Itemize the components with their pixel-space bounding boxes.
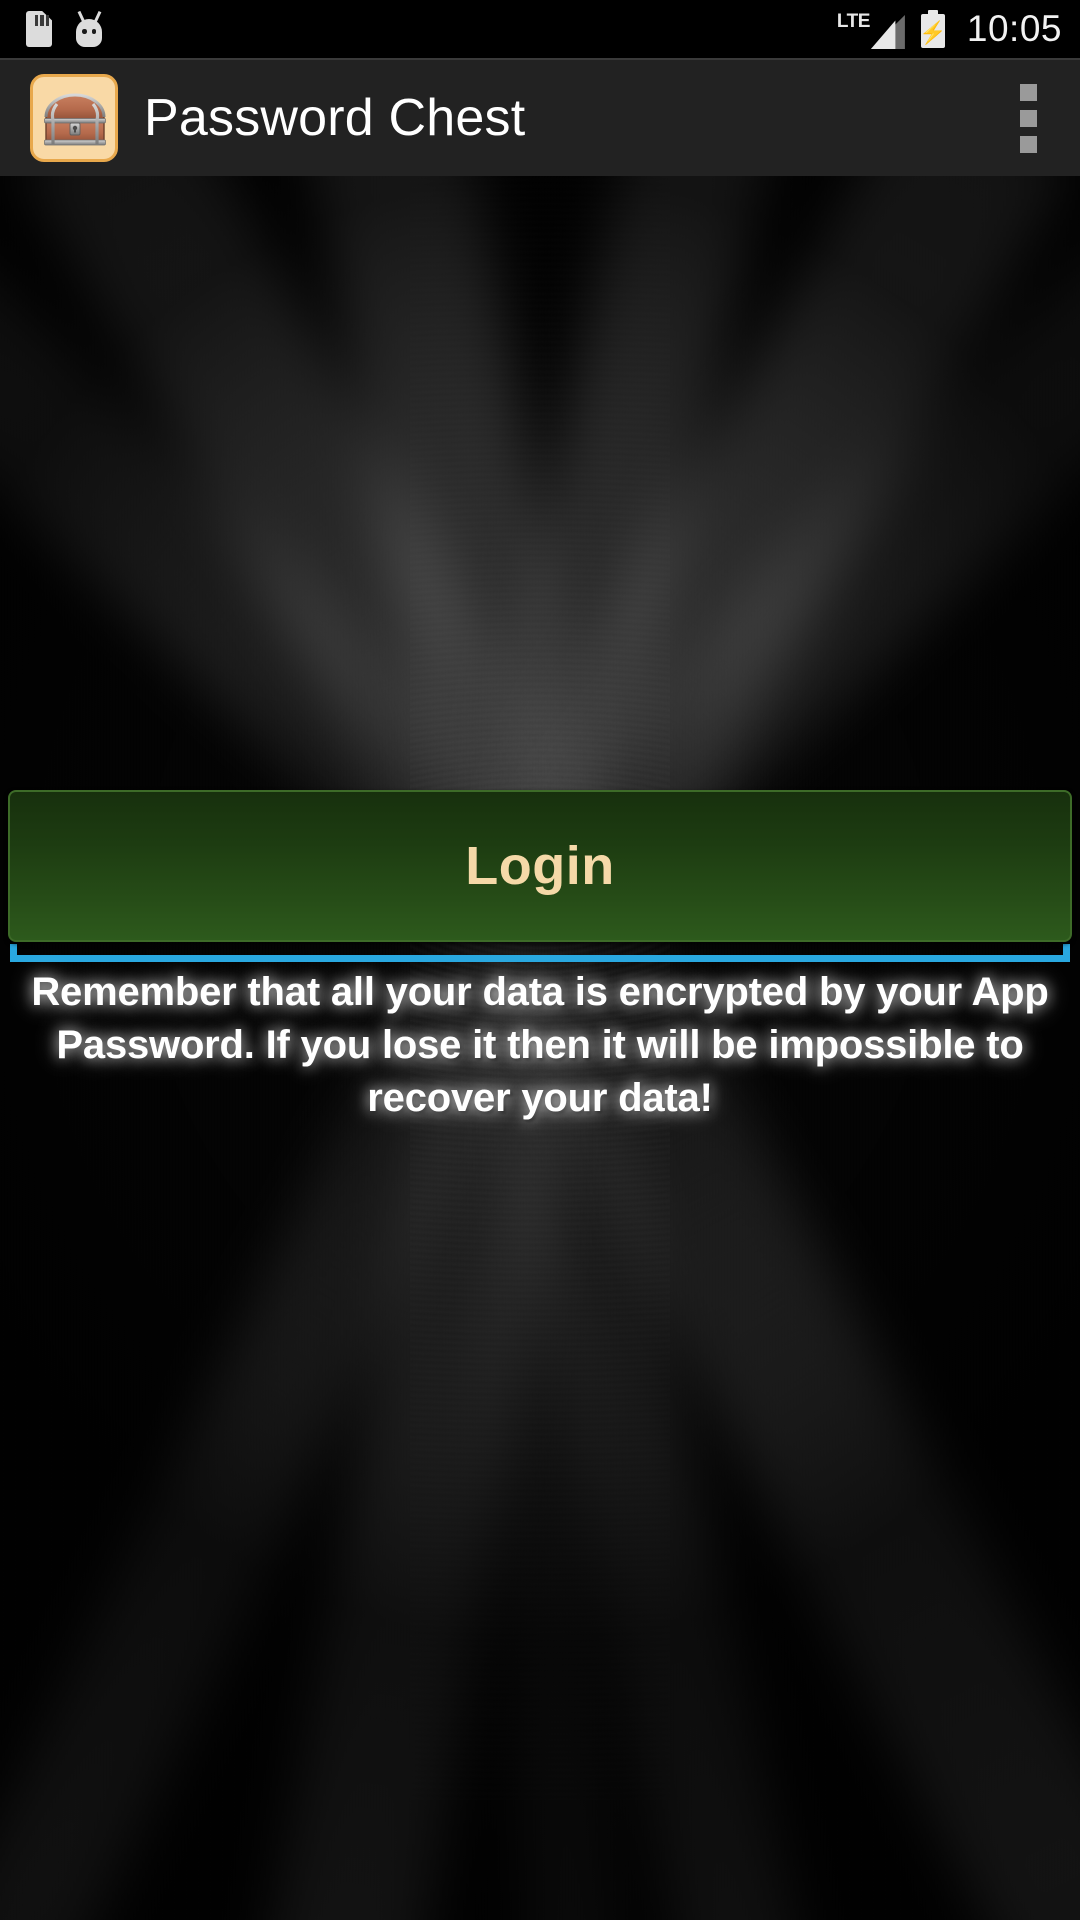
app-screen: LTE ⚡ 10:05 Password Chest Login Remembe… <box>0 0 1080 1920</box>
battery-charging-icon: ⚡ <box>919 10 947 48</box>
signal-bars-icon <box>870 15 905 49</box>
sd-card-icon <box>26 11 52 47</box>
login-button-label: Login <box>465 836 615 896</box>
status-bar-right-icons: LTE ⚡ 10:05 <box>837 8 1062 50</box>
status-bar: LTE ⚡ 10:05 <box>0 0 1080 58</box>
input-focus-underline <box>10 944 1070 962</box>
lte-signal-icon: LTE <box>837 9 905 49</box>
android-droid-icon <box>74 11 104 47</box>
overflow-menu-icon[interactable] <box>998 75 1058 161</box>
network-type-label: LTE <box>836 11 870 32</box>
warning-message: Remember that all your data is encrypted… <box>31 970 1049 1120</box>
status-bar-clock: 10:05 <box>966 8 1062 49</box>
login-form: Master Password: Login Remember that all… <box>0 176 1080 1920</box>
page-title: Password Chest <box>144 89 526 147</box>
status-bar-left-icons <box>26 11 104 47</box>
app-bar: Password Chest <box>0 58 1080 176</box>
login-button[interactable]: Login <box>8 790 1072 942</box>
treasure-chest-icon <box>30 74 118 162</box>
